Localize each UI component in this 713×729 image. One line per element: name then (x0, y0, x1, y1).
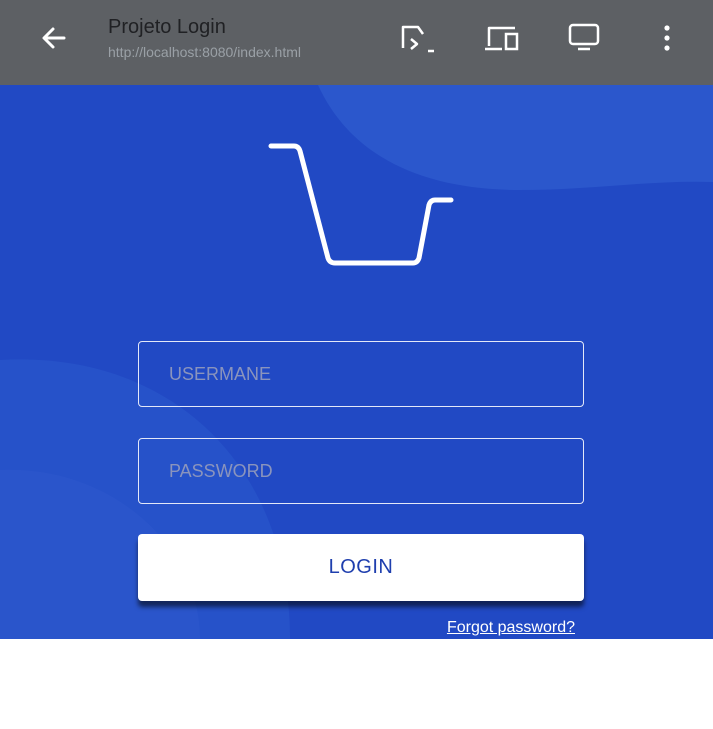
monitor-icon[interactable] (566, 20, 602, 56)
devices-icon[interactable] (482, 22, 522, 56)
cast-icon[interactable] (398, 20, 438, 56)
password-input[interactable] (139, 439, 583, 503)
title-group: Projeto Login http://localhost:8080/inde… (108, 14, 301, 62)
username-field[interactable] (138, 341, 584, 407)
more-vert-icon[interactable] (656, 20, 678, 56)
arrow-back-icon[interactable] (36, 20, 72, 56)
page-url: http://localhost:8080/index.html (108, 44, 302, 60)
login-button[interactable]: LOGIN (138, 534, 584, 601)
password-field[interactable] (138, 438, 584, 504)
app-toolbar: Projeto Login http://localhost:8080/inde… (0, 0, 713, 85)
page-title: Projeto Login (108, 16, 226, 38)
username-input[interactable] (139, 342, 583, 406)
shopping-basket-icon (268, 143, 454, 266)
forgot-password-link[interactable]: Forgot password? (447, 619, 575, 637)
login-screen: LOGIN Forgot password? (0, 85, 713, 639)
